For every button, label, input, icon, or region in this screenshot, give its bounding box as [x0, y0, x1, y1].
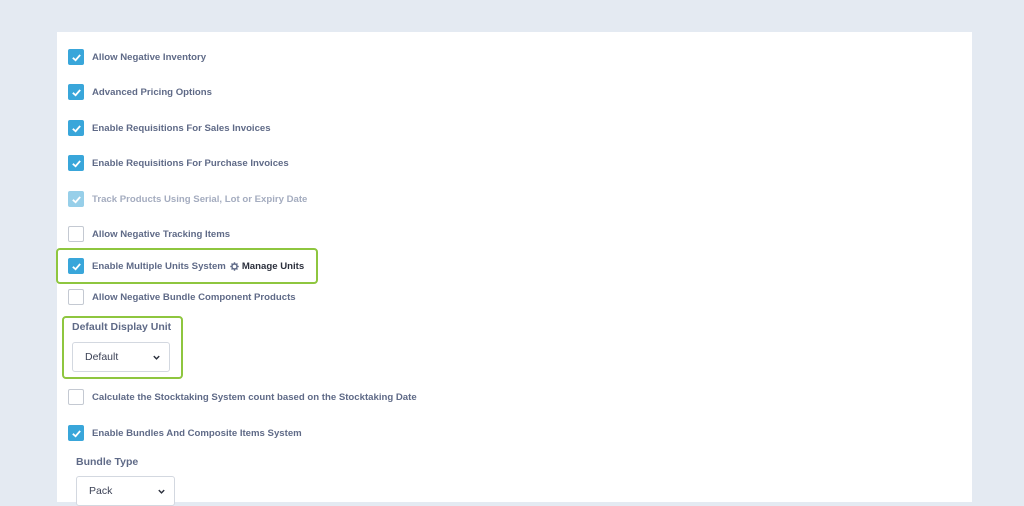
negative-tracking-label: Allow Negative Tracking Items — [92, 228, 231, 240]
setting-allow-negative-inventory[interactable]: Allow Negative Inventory — [68, 47, 206, 67]
negative-tracking-checkbox[interactable] — [68, 226, 84, 242]
stocktaking-count-checkbox[interactable] — [68, 389, 84, 405]
manage-units-link[interactable]: Manage Units — [242, 261, 304, 272]
multiple-units-label: Enable Multiple Units System — [92, 260, 226, 272]
bundle-type-value: Pack — [89, 485, 113, 497]
requisitions-purchase-label: Enable Requisitions For Purchase Invoice… — [92, 157, 289, 169]
setting-negative-bundle[interactable]: Allow Negative Bundle Component Products — [68, 287, 296, 307]
gear-icon[interactable] — [230, 261, 239, 271]
check-icon — [71, 195, 81, 204]
setting-requisitions-purchase[interactable]: Enable Requisitions For Purchase Invoice… — [68, 153, 289, 173]
check-icon — [71, 53, 81, 62]
multiple-units-checkbox[interactable] — [68, 258, 84, 274]
stocktaking-count-label: Calculate the Stocktaking System count b… — [92, 391, 417, 403]
bundle-type-label: Bundle Type — [76, 456, 139, 468]
track-products-checkbox — [68, 191, 84, 207]
allow-negative-inventory-label: Allow Negative Inventory — [92, 51, 207, 63]
setting-negative-tracking[interactable]: Allow Negative Tracking Items — [68, 224, 230, 244]
allow-negative-inventory-checkbox[interactable] — [68, 49, 84, 65]
default-display-unit-select[interactable]: Default — [72, 342, 170, 372]
chevron-down-icon — [153, 355, 160, 360]
advanced-pricing-label: Advanced Pricing Options — [92, 86, 212, 98]
check-icon — [71, 159, 81, 168]
check-icon — [71, 124, 81, 133]
bundles-system-checkbox[interactable] — [68, 425, 84, 441]
track-products-label: Track Products Using Serial, Lot or Expi… — [92, 193, 308, 205]
settings-panel: Allow Negative Inventory Advanced Pricin… — [56, 32, 972, 506]
default-display-unit-label: Default Display Unit — [72, 321, 172, 333]
chevron-down-icon — [158, 489, 165, 494]
negative-bundle-checkbox[interactable] — [68, 289, 84, 305]
check-icon — [71, 429, 81, 438]
requisitions-sales-checkbox[interactable] — [68, 120, 84, 136]
setting-requisitions-sales[interactable]: Enable Requisitions For Sales Invoices — [68, 118, 271, 138]
check-icon — [71, 88, 81, 97]
bundles-system-label: Enable Bundles And Composite Items Syste… — [92, 427, 302, 439]
requisitions-purchase-checkbox[interactable] — [68, 155, 84, 171]
check-icon — [71, 262, 81, 271]
advanced-pricing-checkbox[interactable] — [68, 84, 84, 100]
setting-stocktaking-count[interactable]: Calculate the Stocktaking System count b… — [68, 387, 417, 407]
requisitions-sales-label: Enable Requisitions For Sales Invoices — [92, 122, 271, 134]
setting-bundles-system[interactable]: Enable Bundles And Composite Items Syste… — [68, 423, 302, 443]
setting-multiple-units[interactable]: Enable Multiple Units System Manage Unit… — [68, 256, 304, 276]
negative-bundle-label: Allow Negative Bundle Component Products — [92, 291, 296, 303]
setting-track-products: Track Products Using Serial, Lot or Expi… — [68, 189, 307, 209]
default-display-unit-value: Default — [85, 351, 119, 363]
setting-advanced-pricing[interactable]: Advanced Pricing Options — [68, 82, 212, 102]
